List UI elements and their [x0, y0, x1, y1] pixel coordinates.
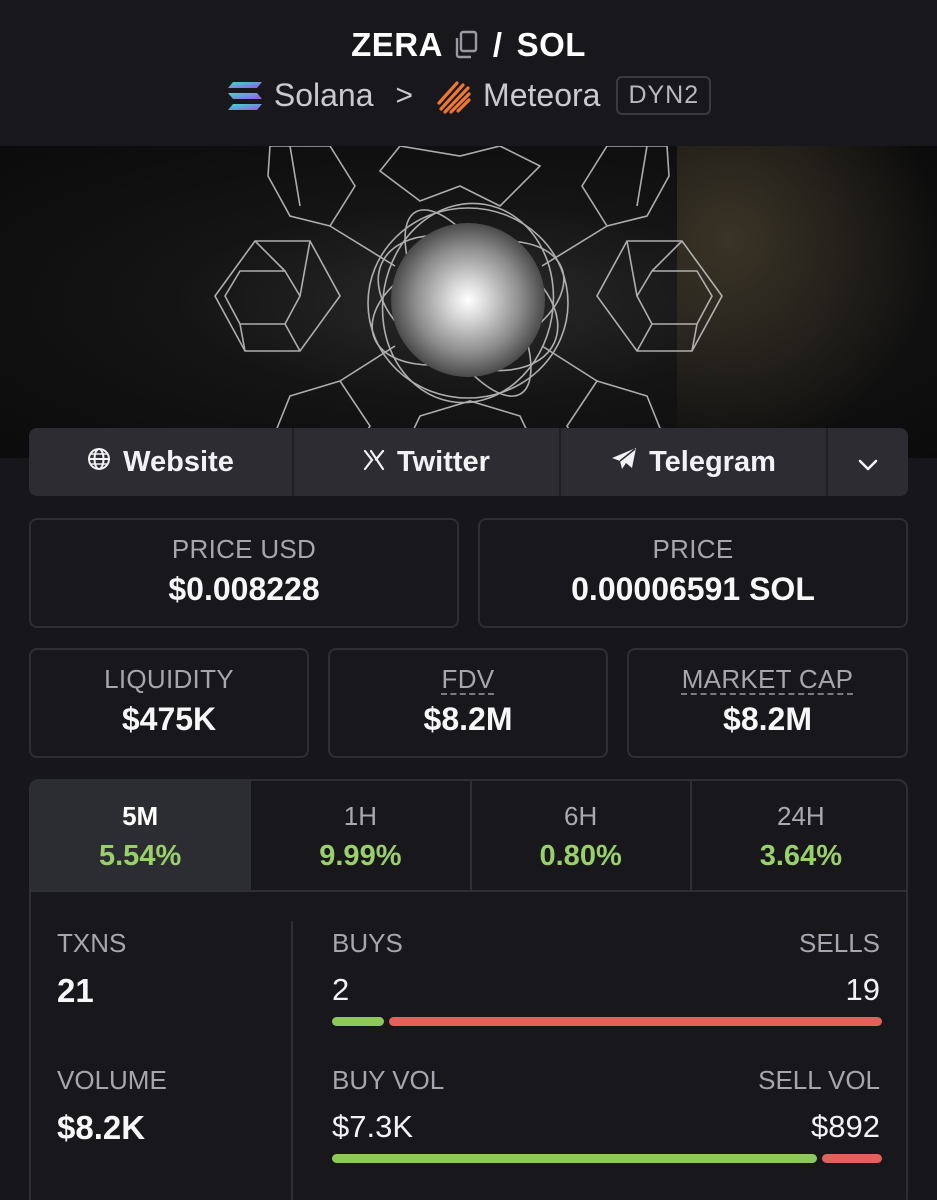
website-label: Website — [123, 445, 234, 478]
twitter-label: Twitter — [397, 445, 490, 478]
tab-5m[interactable]: 5M 5.54% — [31, 781, 252, 890]
liquidity-card: LIQUIDITY $475K — [29, 648, 309, 758]
more-links-button[interactable] — [828, 428, 908, 496]
tab-label: 5M — [122, 801, 159, 831]
tab-label: 1H — [343, 801, 377, 831]
pair-title: ZERA / SOL — [0, 26, 937, 64]
base-token-symbol: ZERA — [351, 26, 443, 63]
telegram-button[interactable]: Telegram — [561, 428, 828, 496]
txns-value: 21 — [57, 972, 94, 1009]
fdv-label[interactable]: FDV — [330, 664, 606, 695]
tab-label: 6H — [564, 801, 598, 831]
tab-1h[interactable]: 1H 9.99% — [251, 781, 472, 890]
tab-6h[interactable]: 6H 0.80% — [472, 781, 692, 890]
sells-label: SELLS — [799, 928, 880, 958]
chevron-down-icon — [858, 446, 878, 479]
sell-vol-ratio-bar — [822, 1154, 882, 1163]
pool-type-badge: DYN2 — [616, 76, 712, 115]
price-native-card: PRICE 0.00006591 SOL — [478, 518, 908, 628]
price-change: 5.54% — [99, 840, 182, 872]
txns-label: TXNS — [57, 928, 127, 958]
price-change: 3.64% — [759, 840, 842, 872]
pair-separator: / — [492, 26, 503, 63]
fdv-card: FDV $8.2M — [328, 648, 608, 758]
solana-logo-icon — [226, 79, 264, 113]
paper-plane-icon — [611, 446, 637, 479]
price-native-value: 0.00006591 SOL — [571, 571, 815, 607]
dex-name[interactable]: Meteora — [483, 77, 600, 114]
buy-vol-value: $7.3K — [332, 1109, 414, 1144]
buys-label: BUYS — [332, 928, 403, 958]
copy-icon[interactable] — [453, 30, 479, 60]
quote-token-symbol: SOL — [516, 26, 586, 63]
website-button[interactable]: Website — [29, 428, 294, 496]
liquidity-value: $475K — [121, 701, 217, 737]
social-links-bar: Website Twitter Telegram — [29, 428, 908, 496]
x-logo-icon — [363, 446, 385, 479]
sells-value: 19 — [845, 972, 880, 1007]
meteora-logo-icon — [435, 77, 473, 115]
pair-header: ZERA / SOL Solana > Meteora DYN2 — [0, 0, 937, 146]
column-divider — [291, 921, 293, 1200]
price-usd-value: $0.008228 — [168, 571, 320, 607]
liquidity-label: LIQUIDITY — [104, 664, 234, 694]
buys-value: 2 — [332, 972, 350, 1007]
breadcrumb-chevron: > — [395, 78, 414, 112]
market-cap-value: $8.2M — [723, 701, 812, 737]
volume-label: VOLUME — [57, 1065, 167, 1095]
sell-vol-value: $892 — [811, 1109, 880, 1144]
trading-stats-panel: 5M 5.54% 1H 9.99% 6H 0.80% 24H 3.64% TXN… — [29, 779, 908, 1200]
price-change: 0.80% — [539, 840, 622, 872]
chain-breadcrumb: Solana > Meteora DYN2 — [0, 76, 937, 115]
price-native-label: PRICE — [652, 534, 734, 564]
telegram-label: Telegram — [649, 445, 776, 478]
price-usd-card: PRICE USD $0.008228 — [29, 518, 459, 628]
token-banner-image — [0, 146, 937, 458]
sell-vol-label: SELL VOL — [758, 1065, 880, 1095]
buy-vol-label: BUY VOL — [332, 1065, 445, 1095]
twitter-button[interactable]: Twitter — [294, 428, 561, 496]
timeframe-tabs: 5M 5.54% 1H 9.99% 6H 0.80% 24H 3.64% — [31, 781, 906, 892]
fdv-value: $8.2M — [423, 701, 513, 737]
chain-name[interactable]: Solana — [274, 77, 374, 114]
buys-ratio-bar — [332, 1017, 384, 1026]
market-cap-card: MARKET CAP $8.2M — [627, 648, 908, 758]
sells-ratio-bar — [389, 1017, 882, 1026]
price-usd-label: PRICE USD — [171, 534, 317, 564]
market-cap-label[interactable]: MARKET CAP — [629, 664, 906, 695]
buy-vol-ratio-bar — [332, 1154, 817, 1163]
globe-icon — [87, 446, 111, 479]
price-change: 9.99% — [319, 840, 402, 872]
volume-value: $8.2K — [57, 1109, 146, 1146]
tab-24h[interactable]: 24H 3.64% — [692, 781, 906, 890]
tab-label: 24H — [777, 801, 825, 831]
